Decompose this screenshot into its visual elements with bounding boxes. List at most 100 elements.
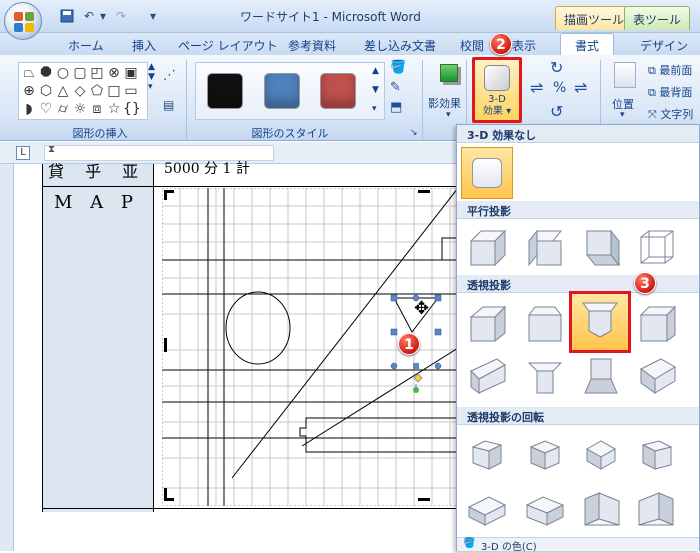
- cross-icon[interactable]: ⊕: [21, 83, 37, 99]
- perspective-option-1[interactable]: [463, 299, 509, 345]
- perspective-option-5[interactable]: [463, 351, 509, 397]
- perspective-option-6[interactable]: [521, 351, 567, 397]
- customize-qat-icon[interactable]: ▾: [144, 7, 162, 25]
- diamond-icon[interactable]: ◇: [72, 83, 88, 99]
- office-button[interactable]: [4, 2, 42, 40]
- tab-home[interactable]: ホーム: [64, 35, 108, 56]
- section-no-3d: 3-D 効果なし: [457, 125, 699, 143]
- perspective-option-7[interactable]: [577, 351, 623, 397]
- table-border: [153, 164, 154, 512]
- 3d-cube-icon: [484, 65, 510, 91]
- save-icon[interactable]: [58, 7, 76, 25]
- textbox-icon[interactable]: ▤: [163, 98, 174, 112]
- 3d-effects-dropdown[interactable]: 3-D 効果なし 平行投影 透視投影 透視投影の回転 🪣 3-D の色(C): [456, 124, 700, 553]
- tab-review[interactable]: 校閲: [456, 35, 488, 56]
- perspective-option-2[interactable]: [521, 299, 567, 345]
- tilt-up-icon[interactable]: ↻: [550, 58, 563, 77]
- bring-to-front-button[interactable]: ⧉ 最前面: [648, 62, 692, 78]
- tab-design[interactable]: デザイン: [636, 35, 692, 56]
- shadow-dropdown-icon[interactable]: ▾: [446, 110, 451, 120]
- step-badge-1: 1: [398, 333, 420, 355]
- 3d-color-label: 3-D の色(C): [481, 542, 537, 553]
- rounded-rect-icon[interactable]: ▢: [72, 65, 88, 81]
- tilt-right-icon[interactable]: ⇌: [574, 78, 587, 97]
- circle-icon[interactable]: ○: [55, 65, 71, 81]
- position-dropdown-icon[interactable]: ▾: [620, 110, 625, 120]
- cylinder-icon[interactable]: ⌭: [55, 101, 71, 117]
- position-icon[interactable]: [614, 62, 636, 88]
- rotation-option-6[interactable]: [521, 485, 567, 531]
- vertical-ruler[interactable]: [0, 164, 14, 551]
- 3d-color-icon: 🪣: [463, 538, 476, 549]
- redo-icon[interactable]: ↷: [112, 7, 130, 25]
- shadow-effects-icon[interactable]: [440, 64, 458, 82]
- bring-front-icon: ⧉: [648, 64, 656, 77]
- group-separator: [422, 60, 423, 140]
- heart-icon[interactable]: ♡: [38, 101, 54, 117]
- perspective-option-4[interactable]: [633, 299, 679, 345]
- rotation-option-1[interactable]: [463, 431, 509, 477]
- parallel-option-2[interactable]: [521, 223, 567, 269]
- indent-marker-icon[interactable]: ⧗: [48, 144, 55, 155]
- send-to-back-button[interactable]: ⧉ 最背面: [648, 84, 692, 100]
- shadow-effects-label[interactable]: 影効果: [428, 95, 461, 111]
- tab-view[interactable]: 表示: [508, 35, 540, 56]
- hexagon-icon[interactable]: ⬡: [38, 83, 54, 99]
- tab-page-layout[interactable]: ページ レイアウト: [174, 35, 282, 56]
- pentagon-icon[interactable]: ⬠: [89, 83, 105, 99]
- perspective-option-3-selected[interactable]: [569, 291, 631, 353]
- parallel-option-1[interactable]: [463, 223, 509, 269]
- drawing-tools-context: 描画ツール: [555, 6, 634, 30]
- shape-fill-icon[interactable]: 🪣: [390, 60, 406, 75]
- 3d-toggle-icon[interactable]: %: [553, 80, 566, 96]
- rotation-option-3[interactable]: [577, 431, 623, 477]
- style-swatch-blue[interactable]: [264, 73, 300, 109]
- frame-icon[interactable]: ▣: [123, 65, 139, 81]
- parallel-option-4[interactable]: [633, 223, 679, 269]
- square-icon[interactable]: □: [106, 83, 122, 99]
- shape-outline-icon[interactable]: ✎: [390, 80, 401, 95]
- 3d-effects-button[interactable]: 3-D 効果 ▾: [472, 57, 522, 123]
- star-icon[interactable]: ☆: [106, 101, 122, 117]
- tab-mailings[interactable]: 差し込み文書: [360, 35, 440, 56]
- moon-icon[interactable]: ◗: [21, 101, 37, 117]
- rotation-option-4[interactable]: [633, 431, 679, 477]
- dialog-launcher-icon[interactable]: ↘: [410, 128, 418, 138]
- octagon-icon[interactable]: ⯃: [38, 65, 54, 81]
- tab-selector-icon[interactable]: L: [16, 146, 30, 160]
- parallel-option-3[interactable]: [577, 223, 623, 269]
- perspective-option-8[interactable]: [633, 351, 679, 397]
- map-label: M A P: [54, 192, 139, 213]
- text-wrap-button[interactable]: ⤧ 文字列: [648, 106, 693, 122]
- style-swatch-red[interactable]: [320, 73, 356, 109]
- 3d-color-menu-item[interactable]: 🪣 3-D の色(C): [457, 537, 699, 553]
- sun-icon[interactable]: ☼: [72, 101, 88, 117]
- trapezoid-icon[interactable]: ⏢: [21, 65, 37, 81]
- undo-dropdown-icon[interactable]: ▾: [94, 7, 112, 25]
- tab-insert[interactable]: 挿入: [128, 35, 160, 56]
- plaque-icon[interactable]: ▭: [123, 83, 139, 99]
- cube-icon[interactable]: ⧈: [89, 101, 105, 117]
- change-shape-icon[interactable]: ⬒: [390, 100, 402, 115]
- no-3d-option[interactable]: [461, 147, 513, 199]
- brace-icon[interactable]: {}: [123, 101, 141, 117]
- triangle-icon[interactable]: △: [55, 83, 71, 99]
- rotation-option-5[interactable]: [463, 485, 509, 531]
- rotation-option-8[interactable]: [633, 485, 679, 531]
- tab-references[interactable]: 参考資料: [284, 35, 340, 56]
- no-symbol-icon[interactable]: ⊗: [106, 65, 122, 81]
- edit-points-icon[interactable]: ⋰: [163, 68, 176, 83]
- folded-icon[interactable]: ◰: [89, 65, 105, 81]
- tab-format[interactable]: 書式: [560, 33, 615, 55]
- 3d-effects-label: 3-D 効果 ▾: [482, 94, 512, 117]
- window-title: ワードサイト1 - Microsoft Word: [240, 10, 421, 24]
- tilt-left-icon[interactable]: ⇌: [530, 78, 543, 97]
- shapes-scroll[interactable]: ▲ ▼ ▾: [148, 62, 160, 120]
- tilt-down-icon[interactable]: ↺: [550, 102, 563, 121]
- shapes-gallery[interactable]: ⏢ ⯃ ○ ▢ ◰ ⊗ ▣ ⊕ ⬡ △ ◇ ⬠ □ ▭ ◗ ♡ ⌭ ☼ ⧈ ☆ …: [18, 62, 148, 120]
- style-swatch-black[interactable]: [207, 73, 243, 109]
- scale-text: 5000 分 1 計: [164, 161, 250, 177]
- rotation-option-2[interactable]: [521, 431, 567, 477]
- style-gallery-scroll[interactable]: ▲ ▼ ▾: [372, 62, 379, 119]
- rotation-option-7[interactable]: [577, 485, 623, 531]
